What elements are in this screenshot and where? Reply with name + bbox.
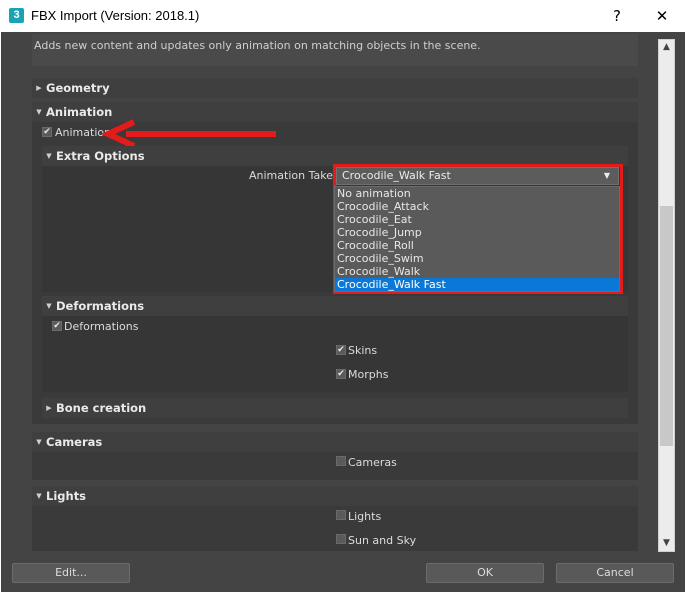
deformations-checkbox-label: Deformations xyxy=(64,320,139,333)
scrollbar-thumb[interactable] xyxy=(660,206,673,446)
deformations-checkbox[interactable]: ✔ xyxy=(52,321,62,331)
edit-button[interactable]: Edit... xyxy=(12,563,130,583)
lights-checkbox-label: Lights xyxy=(348,510,382,523)
expanded-triangle-icon: ▼ xyxy=(46,302,52,310)
sun-and-sky-checkbox[interactable] xyxy=(336,534,346,544)
dropdown-option[interactable]: Crocodile_Walk xyxy=(335,265,619,278)
animation-take-label: Animation Take: xyxy=(249,169,337,182)
dropdown-option[interactable]: Crocodile_Swim xyxy=(335,252,619,265)
skins-checkbox[interactable]: ✔ xyxy=(336,345,346,355)
scroll-up-icon[interactable]: ▲ xyxy=(658,40,675,55)
help-button[interactable]: ? xyxy=(594,0,640,32)
bone-creation-label: Bone creation xyxy=(56,401,147,415)
dropdown-option[interactable]: Crocodile_Jump xyxy=(335,226,619,239)
dropdown-option[interactable]: Crocodile_Attack xyxy=(335,200,619,213)
section-geometry-label: Geometry xyxy=(46,81,110,95)
dropdown-option[interactable]: Crocodile_Roll xyxy=(335,239,619,252)
animation-checkbox[interactable]: ✔ xyxy=(42,127,52,137)
section-animation-label: Animation xyxy=(46,105,113,119)
app-icon: 3 xyxy=(9,8,24,23)
section-lights-label: Lights xyxy=(46,489,87,503)
ok-button[interactable]: OK xyxy=(426,563,544,583)
morphs-checkbox-label: Morphs xyxy=(348,368,389,381)
lights-checkbox[interactable] xyxy=(336,510,346,520)
dropdown-option[interactable]: Crocodile_Eat xyxy=(335,213,619,226)
cameras-checkbox-label: Cameras xyxy=(348,456,397,469)
sun-and-sky-checkbox-label: Sun and Sky xyxy=(348,534,417,547)
dropdown-option[interactable]: No animation xyxy=(335,187,619,200)
dropdown-option-selected[interactable]: Crocodile_Walk Fast xyxy=(335,278,619,291)
section-geometry[interactable]: ▶ Geometry xyxy=(32,78,638,98)
description-text: Adds new content and updates only animat… xyxy=(34,39,481,52)
dropdown-arrow-icon: ▼ xyxy=(603,171,610,180)
section-cameras[interactable]: ▼ Cameras xyxy=(32,432,638,452)
expanded-triangle-icon: ▼ xyxy=(36,108,42,116)
section-lights[interactable]: ▼ Lights xyxy=(32,486,638,506)
animation-take-options-list: No animation Crocodile_Attack Crocodile_… xyxy=(334,186,620,292)
animation-take-dropdown[interactable]: Crocodile_Walk Fast ▼ xyxy=(336,167,619,185)
section-cameras-label: Cameras xyxy=(46,435,103,449)
cancel-button[interactable]: Cancel xyxy=(556,563,674,583)
expanded-triangle-icon: ▼ xyxy=(36,492,42,500)
skins-checkbox-label: Skins xyxy=(348,344,378,357)
subsection-bone-creation[interactable]: ▶ Bone creation xyxy=(42,398,628,418)
window-title: FBX Import (Version: 2018.1) xyxy=(31,8,200,23)
cameras-checkbox[interactable] xyxy=(336,456,346,466)
expanded-triangle-icon: ▼ xyxy=(36,438,42,446)
close-button[interactable]: ✕ xyxy=(639,0,685,32)
extra-options-label: Extra Options xyxy=(56,149,145,163)
scroll-down-icon[interactable]: ▼ xyxy=(658,536,675,551)
animation-take-value: Crocodile_Walk Fast xyxy=(342,169,451,182)
collapsed-triangle-icon: ▶ xyxy=(36,84,42,92)
expanded-triangle-icon: ▼ xyxy=(46,152,52,160)
morphs-checkbox[interactable]: ✔ xyxy=(336,369,346,379)
collapsed-triangle-icon: ▶ xyxy=(46,404,52,412)
deformations-label: Deformations xyxy=(56,299,145,313)
subsection-extra-options[interactable]: ▼ Extra Options xyxy=(42,146,628,166)
subsection-deformations[interactable]: ▼ Deformations xyxy=(42,296,628,316)
